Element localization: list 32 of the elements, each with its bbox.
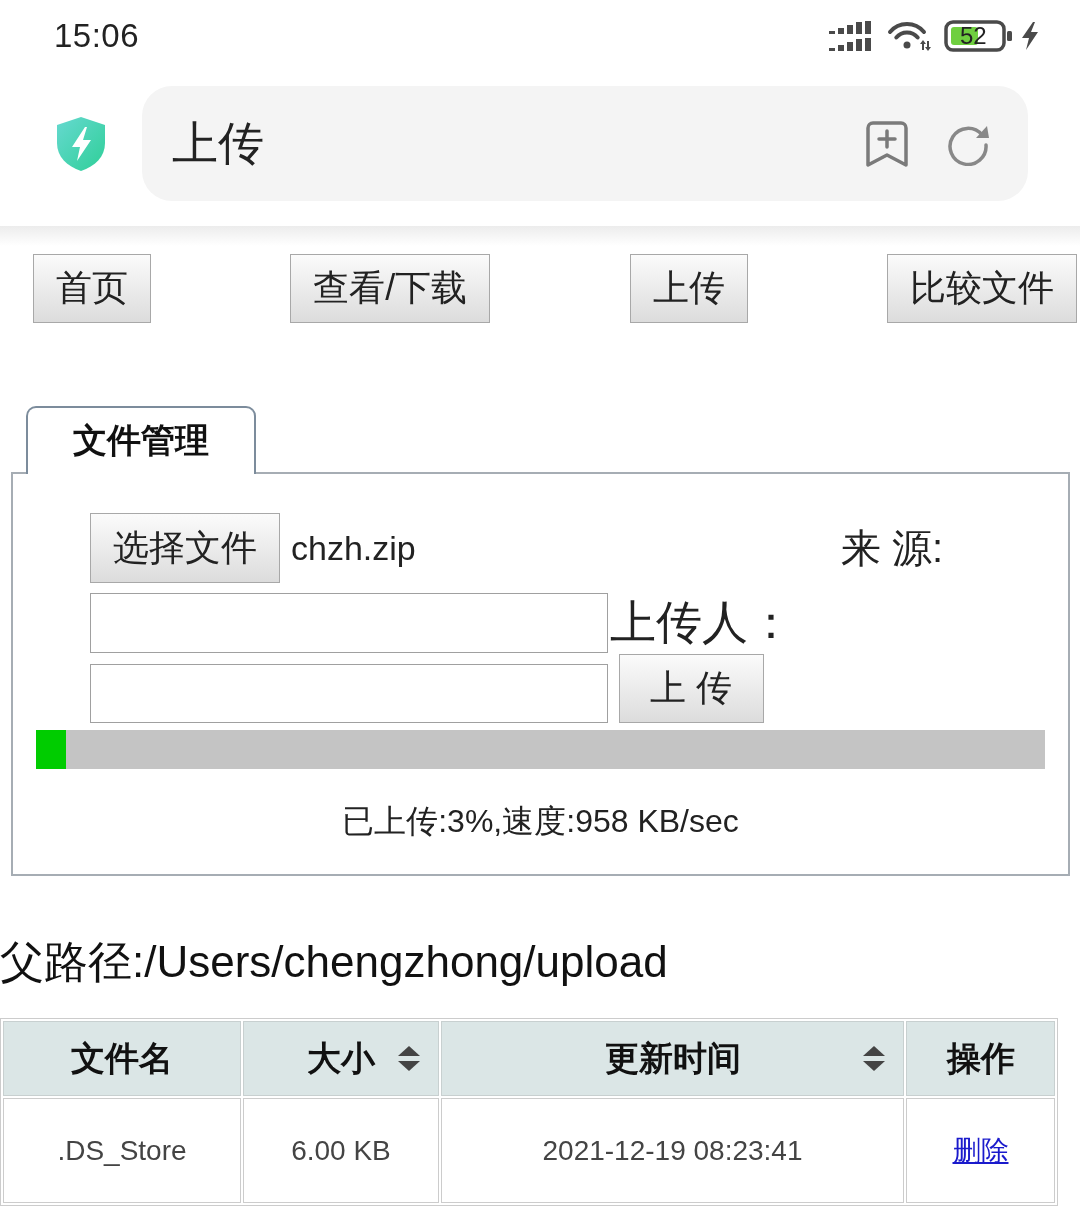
sort-icon[interactable] bbox=[863, 1046, 885, 1071]
signal-icon bbox=[829, 21, 871, 51]
header-label: 操作 bbox=[946, 1037, 1015, 1079]
clock-time: 15:06 bbox=[54, 17, 140, 55]
address-text: 上传 bbox=[172, 115, 264, 171]
choose-file-button[interactable]: 选择文件 bbox=[90, 513, 280, 583]
panel-tab[interactable]: 文件管理 bbox=[26, 406, 256, 474]
text-field[interactable] bbox=[90, 664, 608, 723]
progress-status-text: 已上传:3%,速度:958 KB/sec bbox=[341, 802, 740, 840]
table-cell: 2021-12-19 08:23:41 bbox=[441, 1098, 904, 1203]
bookmark-add-icon[interactable] bbox=[866, 120, 908, 167]
header-label: 大小 bbox=[307, 1037, 375, 1079]
shield-bolt-icon[interactable] bbox=[56, 116, 106, 172]
nav-button[interactable]: 查看/下载 bbox=[290, 254, 491, 323]
wifi-icon bbox=[887, 21, 931, 51]
source-label: 来 源: bbox=[840, 524, 943, 572]
text-field[interactable] bbox=[90, 593, 608, 653]
table-cell: 6.00 KB bbox=[243, 1098, 439, 1203]
charging-bolt-icon bbox=[1020, 22, 1040, 50]
nav-button[interactable]: 首页 bbox=[33, 254, 151, 323]
uploader-label: 上传人： bbox=[610, 595, 794, 650]
delete-link[interactable]: 删除 bbox=[952, 1134, 1009, 1166]
upload-button[interactable]: 上 传 bbox=[619, 654, 764, 723]
sort-icon[interactable] bbox=[398, 1046, 420, 1071]
address-bar[interactable]: 上传 bbox=[142, 86, 1028, 201]
nav-button[interactable]: 上传 bbox=[629, 254, 748, 323]
header-label: 文件名 bbox=[71, 1037, 173, 1079]
parent-path-text: 父路径:/Users/chengzhong/upload bbox=[0, 936, 669, 988]
file-name: chzh.zip bbox=[291, 528, 416, 568]
header-label: 更新时间 bbox=[604, 1037, 741, 1079]
nav-button[interactable]: 比较文件 bbox=[887, 254, 1077, 323]
table-cell: .DS_Store bbox=[3, 1098, 241, 1203]
